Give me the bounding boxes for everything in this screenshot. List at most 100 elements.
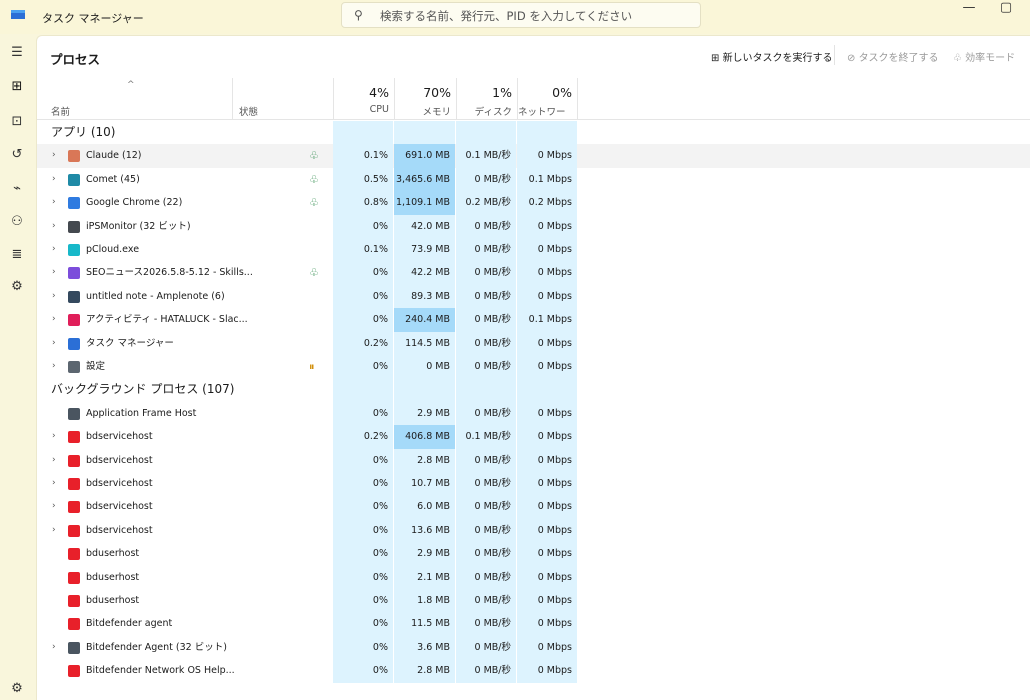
disk-value: 0 MB/秒 — [456, 238, 516, 262]
column-status-label: 状態 — [239, 107, 259, 118]
efficiency-mode-button[interactable]: ♧ 効率モード — [953, 49, 1015, 64]
users-icon[interactable]: ⚇ — [0, 214, 34, 229]
table-row[interactable]: › Bitdefender Agent (32 ビット) 0% 3.6 MB 0 MB/… — [37, 635, 1030, 660]
disk-value: 0 MB/秒 — [456, 542, 516, 566]
disk-value: 0 MB/秒 — [456, 518, 516, 543]
table-row[interactable]: › bdservicehost 0.2% 406.8 MB 0.1 MB/秒 0 Mbps — [37, 425, 1030, 449]
title-bar: タスク マネージャー ⚲ 検索する名前、発行元、PID を入力してください — … — [0, 0, 1030, 34]
column-header-disk[interactable]: 1% ディスク — [456, 78, 517, 120]
menu-icon[interactable]: ☰ — [0, 45, 34, 60]
memory-value: 2.9 MB — [394, 542, 455, 566]
process-name: bdservicehost — [86, 501, 153, 513]
cpu-value: 0% — [333, 565, 393, 589]
table-row[interactable]: › pCloud.exe 0.1% 73.9 MB 0 MB/秒 0 Mbps — [37, 238, 1030, 262]
chevron-right-icon[interactable]: › — [52, 191, 56, 214]
bitdefender-icon — [68, 618, 80, 631]
table-row[interactable]: › bdservicehost 0% 6.0 MB 0 MB/秒 0 Mbps — [37, 495, 1030, 519]
table-row[interactable]: bduserhost 0% 2.9 MB 0 MB/秒 0 Mbps — [37, 542, 1030, 566]
chevron-right-icon[interactable]: › — [52, 355, 56, 378]
table-row[interactable]: › Claude (12) ♧ 0.1% 691.0 MB 0.1 MB/秒 0 Mbps — [37, 144, 1030, 168]
network-value: 0 Mbps — [517, 238, 577, 262]
settings-icon[interactable]: ⚙ — [0, 681, 34, 696]
table-row[interactable]: › bdservicehost 0% 10.7 MB 0 MB/秒 0 Mbps — [37, 472, 1030, 496]
minimize-button[interactable]: — — [954, 0, 984, 20]
disk-value: 0 MB/秒 — [456, 448, 516, 472]
search-input[interactable]: ⚲ 検索する名前、発行元、PID を入力してください — [341, 2, 701, 28]
table-row[interactable]: › bdservicehost 0% 2.8 MB 0 MB/秒 0 Mbps — [37, 448, 1030, 472]
table-row[interactable]: Bitdefender agent 0% 11.5 MB 0 MB/秒 0 Mbps — [37, 612, 1030, 636]
table-row[interactable]: bduserhost 0% 2.1 MB 0 MB/秒 0 Mbps — [37, 565, 1030, 589]
network-value: 0 Mbps — [517, 659, 577, 683]
group-cell — [456, 121, 516, 145]
chevron-right-icon[interactable]: › — [52, 519, 56, 542]
column-header-name[interactable]: ^ 名前 — [37, 78, 232, 120]
network-value: 0 Mbps — [517, 542, 577, 566]
memory-value: 406.8 MB — [394, 425, 455, 449]
table-row[interactable]: › bdservicehost 0% 13.6 MB 0 MB/秒 0 Mbps — [37, 518, 1030, 543]
chevron-right-icon[interactable]: › — [52, 285, 56, 308]
network-value: 0 Mbps — [517, 144, 577, 168]
chevron-right-icon[interactable]: › — [52, 449, 56, 472]
chevron-right-icon[interactable]: › — [52, 636, 56, 659]
app-history-icon[interactable]: ↺ — [0, 147, 34, 162]
maximize-button[interactable]: ▢ — [991, 0, 1021, 20]
table-row[interactable]: › 設定 ⏸ 0% 0 MB 0 MB/秒 0 Mbps — [37, 355, 1030, 379]
efficiency-leaf-icon: ♧ — [309, 149, 319, 163]
table-row[interactable]: › untitled note - Amplenote (6) 0% 89.3 MB 0… — [37, 284, 1030, 309]
startup-icon[interactable]: ⌁ — [0, 181, 34, 196]
memory-value: 42.2 MB — [394, 261, 455, 285]
column-header-cpu[interactable]: 4% CPU — [333, 78, 394, 120]
network-total: 0% — [552, 85, 572, 100]
column-header-memory[interactable]: 70% メモリ — [394, 78, 456, 120]
window-title: タスク マネージャー — [42, 12, 144, 25]
end-task-button[interactable]: ⊘ タスクを終了する — [847, 49, 939, 64]
chevron-right-icon[interactable]: › — [52, 472, 56, 495]
ipsmonitor-icon — [68, 220, 80, 233]
cpu-value: 0% — [333, 659, 393, 683]
table-row[interactable]: › タスク マネージャー 0.2% 114.5 MB 0 MB/秒 0 Mbps — [37, 331, 1030, 355]
chevron-right-icon[interactable]: › — [52, 332, 56, 355]
disk-value: 0 MB/秒 — [456, 612, 516, 636]
group-header[interactable]: アプリ (10) — [37, 121, 1030, 145]
table-row[interactable]: Bitdefender Network OS Help... 0% 2.8 MB 0 … — [37, 659, 1030, 683]
chevron-right-icon[interactable]: › — [52, 238, 56, 261]
column-header-network[interactable]: 0% ネットワーク — [517, 78, 578, 132]
performance-icon[interactable]: ⊡ — [0, 114, 34, 129]
network-value: 0 Mbps — [517, 635, 577, 660]
run-new-task-button[interactable]: ⊞ 新しいタスクを実行する — [711, 49, 833, 64]
chevron-right-icon[interactable]: › — [52, 425, 56, 448]
network-value: 0 Mbps — [517, 284, 577, 309]
bitdefender-icon — [68, 501, 80, 514]
table-row[interactable]: Application Frame Host 0% 2.9 MB 0 MB/秒 0 Mb… — [37, 401, 1030, 426]
cpu-value: 0% — [333, 589, 393, 613]
network-value: 0.1 Mbps — [517, 167, 577, 192]
processes-icon[interactable]: ⊞ — [0, 79, 34, 94]
cpu-label: CPU — [369, 104, 389, 115]
chevron-right-icon[interactable]: › — [52, 261, 56, 284]
chevron-right-icon[interactable]: › — [52, 215, 56, 238]
cpu-value: 0.2% — [333, 425, 393, 449]
table-row[interactable]: › iPSMonitor (32 ビット) 0% 42.0 MB 0 MB/秒 0 Mbp… — [37, 214, 1030, 238]
process-name: bdservicehost — [86, 478, 153, 489]
chevron-right-icon[interactable]: › — [52, 308, 56, 331]
cpu-value: 0% — [333, 401, 393, 426]
table-row[interactable]: › Comet (45) ♧ 0.5% 3,465.6 MB 0 MB/秒 0.1 Mbps — [37, 167, 1030, 192]
details-icon[interactable]: ≣ — [0, 247, 34, 262]
chevron-right-icon[interactable]: › — [52, 144, 56, 167]
chevron-right-icon[interactable]: › — [52, 168, 56, 191]
table-row[interactable]: › アクティビティ - HATALUCK - Slac... 0% 240.4 MB 0… — [37, 308, 1030, 332]
table-row[interactable]: › Google Chrome (22) ♧ 0.8% 1,109.1 MB 0.2 MB… — [37, 191, 1030, 215]
disk-value: 0 MB/秒 — [456, 308, 516, 332]
chevron-right-icon[interactable]: › — [52, 495, 56, 518]
table-row[interactable]: › SEOニュース2026.5.8-5.12 - Skills... ♧ 0% 42.2… — [37, 261, 1030, 285]
column-header-status[interactable]: 状態 — [232, 78, 333, 120]
group-cell — [456, 378, 516, 402]
cpu-value: 0% — [333, 612, 393, 636]
process-name: 設定 — [86, 361, 106, 372]
group-header[interactable]: バックグラウンド プロセス (107) — [37, 378, 1030, 402]
table-row[interactable]: bduserhost 0% 1.8 MB 0 MB/秒 0 Mbps — [37, 589, 1030, 613]
cpu-value: 0% — [333, 284, 393, 309]
process-name: Application Frame Host — [86, 407, 197, 419]
services-icon[interactable]: ⚙ — [0, 279, 34, 294]
cpu-value: 0% — [333, 495, 393, 519]
